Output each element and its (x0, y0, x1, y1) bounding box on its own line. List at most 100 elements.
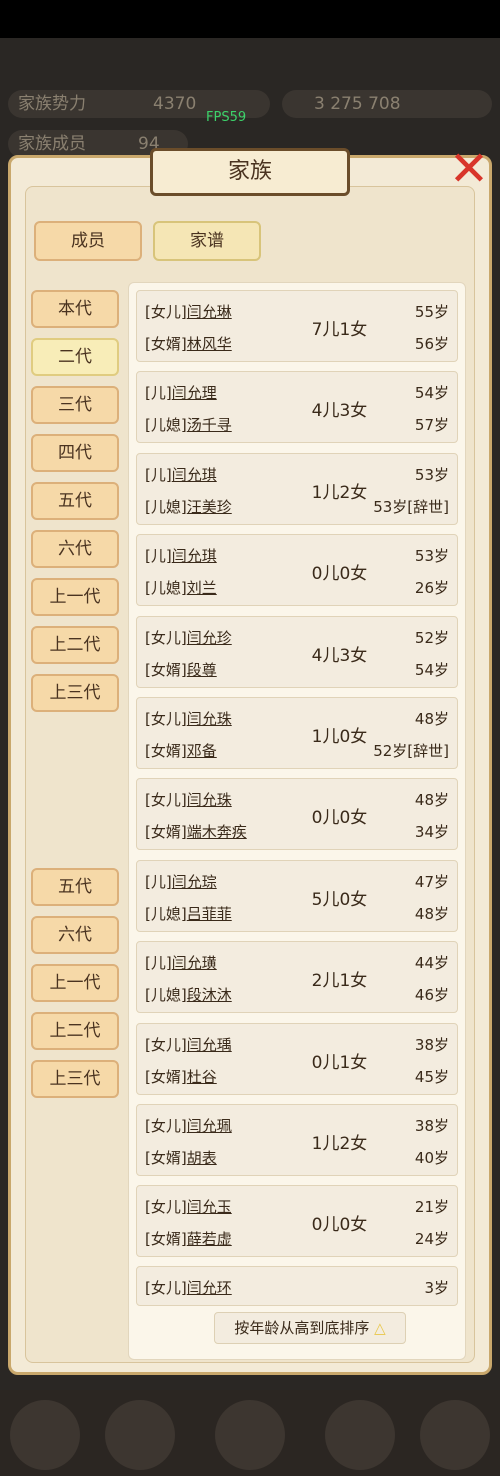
nav-icon[interactable] (325, 1400, 395, 1470)
member-line: [儿]闫允理 (145, 382, 217, 403)
gen-btn-prev1-dup[interactable]: 上一代 (31, 964, 119, 1002)
spouse-name[interactable]: 端木奔疾 (187, 823, 247, 841)
gen-btn-2[interactable]: 二代 (31, 338, 119, 376)
list-item-couple[interactable]: [女儿]闫允珍 [女婿]段尊 4儿3女 52岁 54岁 (136, 616, 458, 688)
triangle-up-icon: △ (374, 1319, 386, 1337)
spouse-age: 24岁 (414, 1230, 449, 1248)
gen-btn-6-dup[interactable]: 六代 (31, 916, 119, 954)
spouse-name[interactable]: 邓备 (187, 742, 217, 760)
relation-label: [女婿] (145, 1068, 187, 1086)
children-count: 4儿3女 (311, 646, 368, 666)
relation-label: [儿媳] (145, 905, 187, 923)
nav-icon[interactable] (10, 1400, 80, 1470)
gen-btn-prev1[interactable]: 上一代 (31, 578, 119, 616)
power-label: 家族势力 (18, 94, 86, 114)
member-name[interactable]: 闫允琪 (172, 466, 217, 484)
tab-family-tree[interactable]: 家谱 (153, 221, 261, 261)
list-item-couple[interactable]: [儿]闫允琪 [儿媳]汪美珍 1儿2女 53岁 53岁[辞世] (136, 453, 458, 525)
spouse-name[interactable]: 段尊 (187, 661, 217, 679)
relation-label: [女儿] (145, 710, 187, 728)
list-item-couple[interactable]: [女儿]闫允珠 [女婿]端木奔疾 0儿0女 48岁 34岁 (136, 778, 458, 850)
gen-btn-5-dup[interactable]: 五代 (31, 868, 119, 906)
member-line: [儿]闫允琮 (145, 871, 217, 892)
spouse-line: [女婿]邓备 (145, 740, 217, 761)
spouse-name[interactable]: 杜谷 (187, 1068, 217, 1086)
list-item-couple[interactable]: [儿]闫允琮 [儿媳]吕菲菲 5儿0女 47岁 48岁 (136, 860, 458, 932)
spouse-line: [儿媳]汪美珍 (145, 496, 232, 517)
spouse-line: [女婿]段尊 (145, 659, 217, 680)
nav-icon[interactable] (105, 1400, 175, 1470)
spouse-age: 52岁[辞世] (373, 742, 449, 760)
spouse-age: 45岁 (414, 1068, 449, 1086)
fps-counter: FPS59 (206, 110, 247, 125)
list-item-couple[interactable]: [女儿]闫允琳 [女婿]林风华 7儿1女 55岁 56岁 (136, 290, 458, 362)
member-name[interactable]: 闫允珍 (187, 629, 232, 647)
gen-btn-5[interactable]: 五代 (31, 482, 119, 520)
gen-btn-4[interactable]: 四代 (31, 434, 119, 472)
gen-btn-prev2[interactable]: 上二代 (31, 626, 119, 664)
spouse-name[interactable]: 胡表 (187, 1149, 217, 1167)
spouse-name[interactable]: 段沐沐 (187, 986, 232, 1004)
member-name[interactable]: 闫允珮 (187, 1117, 232, 1135)
spouse-name[interactable]: 林风华 (187, 335, 232, 353)
member-name[interactable]: 闫允琮 (172, 873, 217, 891)
list-item-couple[interactable]: [儿]闫允琪 [儿媳]刘兰 0儿0女 53岁 26岁 (136, 534, 458, 606)
spouse-name[interactable]: 薛若虚 (187, 1230, 232, 1248)
list-item-couple[interactable]: [儿]闫允理 [儿媳]汤千寻 4儿3女 54岁 57岁 (136, 371, 458, 443)
member-name[interactable]: 闫允珠 (187, 791, 232, 809)
spouse-age: 56岁 (414, 335, 449, 353)
tab-members[interactable]: 成员 (34, 221, 142, 261)
member-line: [女儿]闫允琳 (145, 301, 232, 322)
gen-btn-prev3[interactable]: 上三代 (31, 674, 119, 712)
nav-icon[interactable] (215, 1400, 285, 1470)
sort-label: 按年龄从高到底排序 (234, 1319, 370, 1337)
spouse-age: 34岁 (414, 823, 449, 841)
member-name[interactable]: 闫允玉 (187, 1198, 232, 1216)
gen-btn-3[interactable]: 三代 (31, 386, 119, 424)
member-name[interactable]: 闫允璜 (172, 954, 217, 972)
list-item-couple[interactable]: [女儿]闫允珮 [女婿]胡表 1儿2女 38岁 40岁 (136, 1104, 458, 1176)
children-count: 7儿1女 (311, 320, 368, 340)
list-item-couple[interactable]: [女儿]闫允玉 [女婿]薛若虚 0儿0女 21岁 24岁 (136, 1185, 458, 1257)
member-age: 54岁 (414, 384, 449, 402)
list-item-couple[interactable]: [儿]闫允璜 [儿媳]段沐沐 2儿1女 44岁 46岁 (136, 941, 458, 1013)
gen-btn-6[interactable]: 六代 (31, 530, 119, 568)
member-name[interactable]: 闫允理 (172, 384, 217, 402)
resources-stat: 3 275 708 (282, 90, 492, 118)
member-name[interactable]: 闫允珠 (187, 710, 232, 728)
spouse-name[interactable]: 刘兰 (187, 579, 217, 597)
member-name[interactable]: 闫允环 (187, 1279, 232, 1297)
list-item-couple[interactable]: [女儿]闫允珠 [女婿]邓备 1儿0女 48岁 52岁[辞世] (136, 697, 458, 769)
children-count: 1儿2女 (311, 1134, 368, 1154)
list-item-single[interactable]: [女儿]闫允环 3岁 (136, 1266, 458, 1306)
member-line: [女儿]闫允珮 (145, 1115, 232, 1136)
member-line: [女儿]闫允珍 (145, 627, 232, 648)
spouse-name[interactable]: 汪美珍 (187, 498, 232, 516)
children-count: 0儿0女 (311, 1215, 368, 1235)
relation-label: [女婿] (145, 1230, 187, 1248)
gen-btn-prev2-dup[interactable]: 上二代 (31, 1012, 119, 1050)
spouse-line: [女婿]薛若虚 (145, 1228, 232, 1249)
panel-title: 家族 (150, 148, 350, 196)
sort-button[interactable]: 按年龄从高到底排序 △ (214, 1312, 406, 1344)
relation-label: [儿] (145, 466, 172, 484)
members-label: 家族成员 (18, 134, 86, 154)
relation-label: [女儿] (145, 1279, 187, 1297)
spouse-line: [儿媳]吕菲菲 (145, 903, 232, 924)
member-line: [儿]闫允琪 (145, 464, 217, 485)
member-age: 53岁 (414, 466, 449, 484)
member-name[interactable]: 闫允瑀 (187, 1036, 232, 1054)
list-item-couple[interactable]: [女儿]闫允瑀 [女婿]杜谷 0儿1女 38岁 45岁 (136, 1023, 458, 1095)
resources-value: 3 275 708 (314, 94, 401, 114)
spouse-line: [儿媳]段沐沐 (145, 984, 232, 1005)
member-name[interactable]: 闫允琪 (172, 547, 217, 565)
spouse-age: 53岁[辞世] (373, 498, 449, 516)
spouse-name[interactable]: 汤千寻 (187, 416, 232, 434)
relation-label: [女婿] (145, 1149, 187, 1167)
gen-btn-prev3-dup[interactable]: 上三代 (31, 1060, 119, 1098)
member-name[interactable]: 闫允琳 (187, 303, 232, 321)
nav-icon[interactable] (420, 1400, 490, 1470)
spouse-name[interactable]: 吕菲菲 (187, 905, 232, 923)
close-x-icon[interactable]: ✕ (443, 143, 495, 195)
gen-btn-current[interactable]: 本代 (31, 290, 119, 328)
